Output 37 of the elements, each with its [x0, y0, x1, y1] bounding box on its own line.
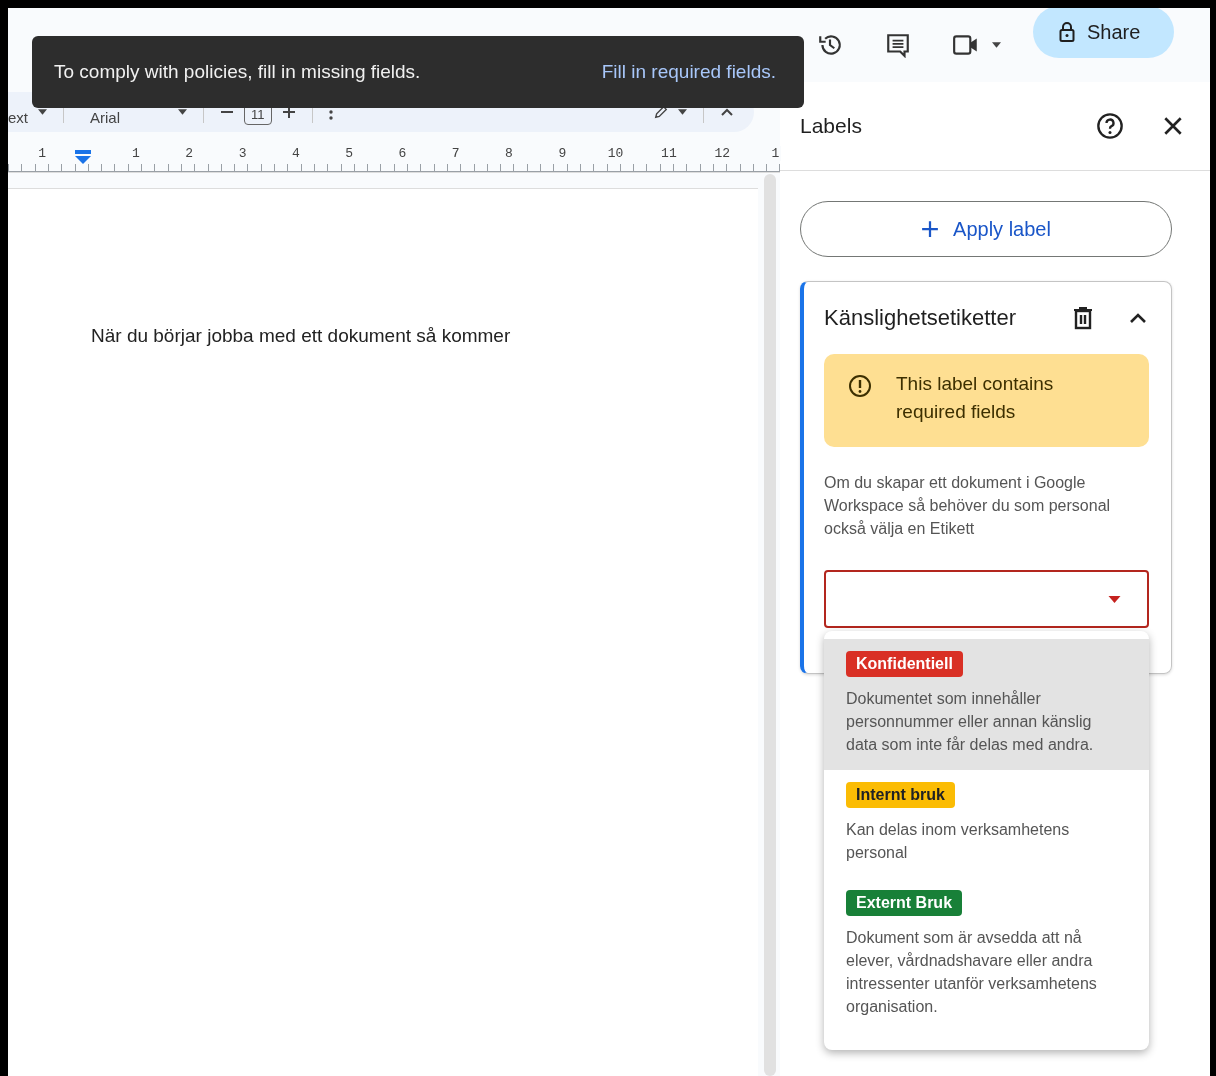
- close-icon[interactable]: [1162, 115, 1184, 137]
- caret-icon[interactable]: [992, 42, 1001, 48]
- label-chip: Internt bruk: [846, 782, 955, 808]
- caret-icon: [1108, 595, 1121, 603]
- history-icon[interactable]: [816, 32, 844, 58]
- label-option[interactable]: Konfidentiell Dokumentet som innehåller personnummer eller annan känslig data som inte får delas med andra.: [824, 639, 1149, 770]
- warning-text: This label contains required fields: [896, 372, 1055, 424]
- option-description: Dokumentet som innehåller personnummer eller annan känslig data som inte får delas med andra.: [846, 689, 1095, 755]
- label-select[interactable]: [824, 570, 1149, 628]
- video-camera-icon[interactable]: [952, 32, 980, 58]
- ruler-number: 1: [769, 146, 782, 161]
- indent-marker-icon[interactable]: [74, 150, 91, 164]
- label-title: Känslighetsetiketter: [824, 305, 1017, 331]
- label-chip: Externt Bruk: [846, 890, 963, 916]
- label-chip: Konfidentiell: [846, 651, 963, 677]
- option-description: Kan delas inom verksamhetens personal: [846, 820, 1071, 863]
- apply-label-button[interactable]: Apply label: [800, 201, 1172, 257]
- lock-icon: [1059, 22, 1075, 42]
- help-icon[interactable]: [1096, 112, 1124, 140]
- panel-title: Labels: [800, 114, 863, 138]
- pencil-icon[interactable]: [654, 105, 668, 119]
- label-option[interactable]: Externt Bruk Dokument som är avsedda att nå elever, vårdnadshavare eller andra intressenter utanför verksamhetens organisation.: [824, 878, 1149, 1032]
- document-text: När du börjar jobba med ett dokument så kommer: [91, 325, 512, 347]
- toast-message: To comply with policies, fill in missing fields.: [54, 61, 421, 83]
- share-button[interactable]: Share: [1033, 8, 1175, 58]
- warning-icon: [848, 374, 872, 398]
- style-dropdown[interactable]: ext: [8, 98, 28, 126]
- label-description: Om du skapar ett dokument i Google Workspace så behöver du som personal också välja en Etikett: [824, 473, 1112, 539]
- trash-icon[interactable]: [1073, 306, 1093, 330]
- comment-icon[interactable]: [884, 32, 912, 58]
- plus-icon[interactable]: [281, 105, 296, 119]
- scrollbar[interactable]: [764, 174, 776, 1076]
- fill-in-link[interactable]: Fill in required fields.: [601, 61, 776, 83]
- label-option[interactable]: Internt bruk Kan delas inom verksamhetens personal: [824, 770, 1149, 878]
- option-description: Dokument som är avsedda att nå elever, vårdnadshavare eller andra intressenter utanför verksamhetens organisation.: [846, 928, 1098, 1017]
- chevron-up-icon[interactable]: [1129, 312, 1147, 324]
- plus-icon: [921, 220, 940, 238]
